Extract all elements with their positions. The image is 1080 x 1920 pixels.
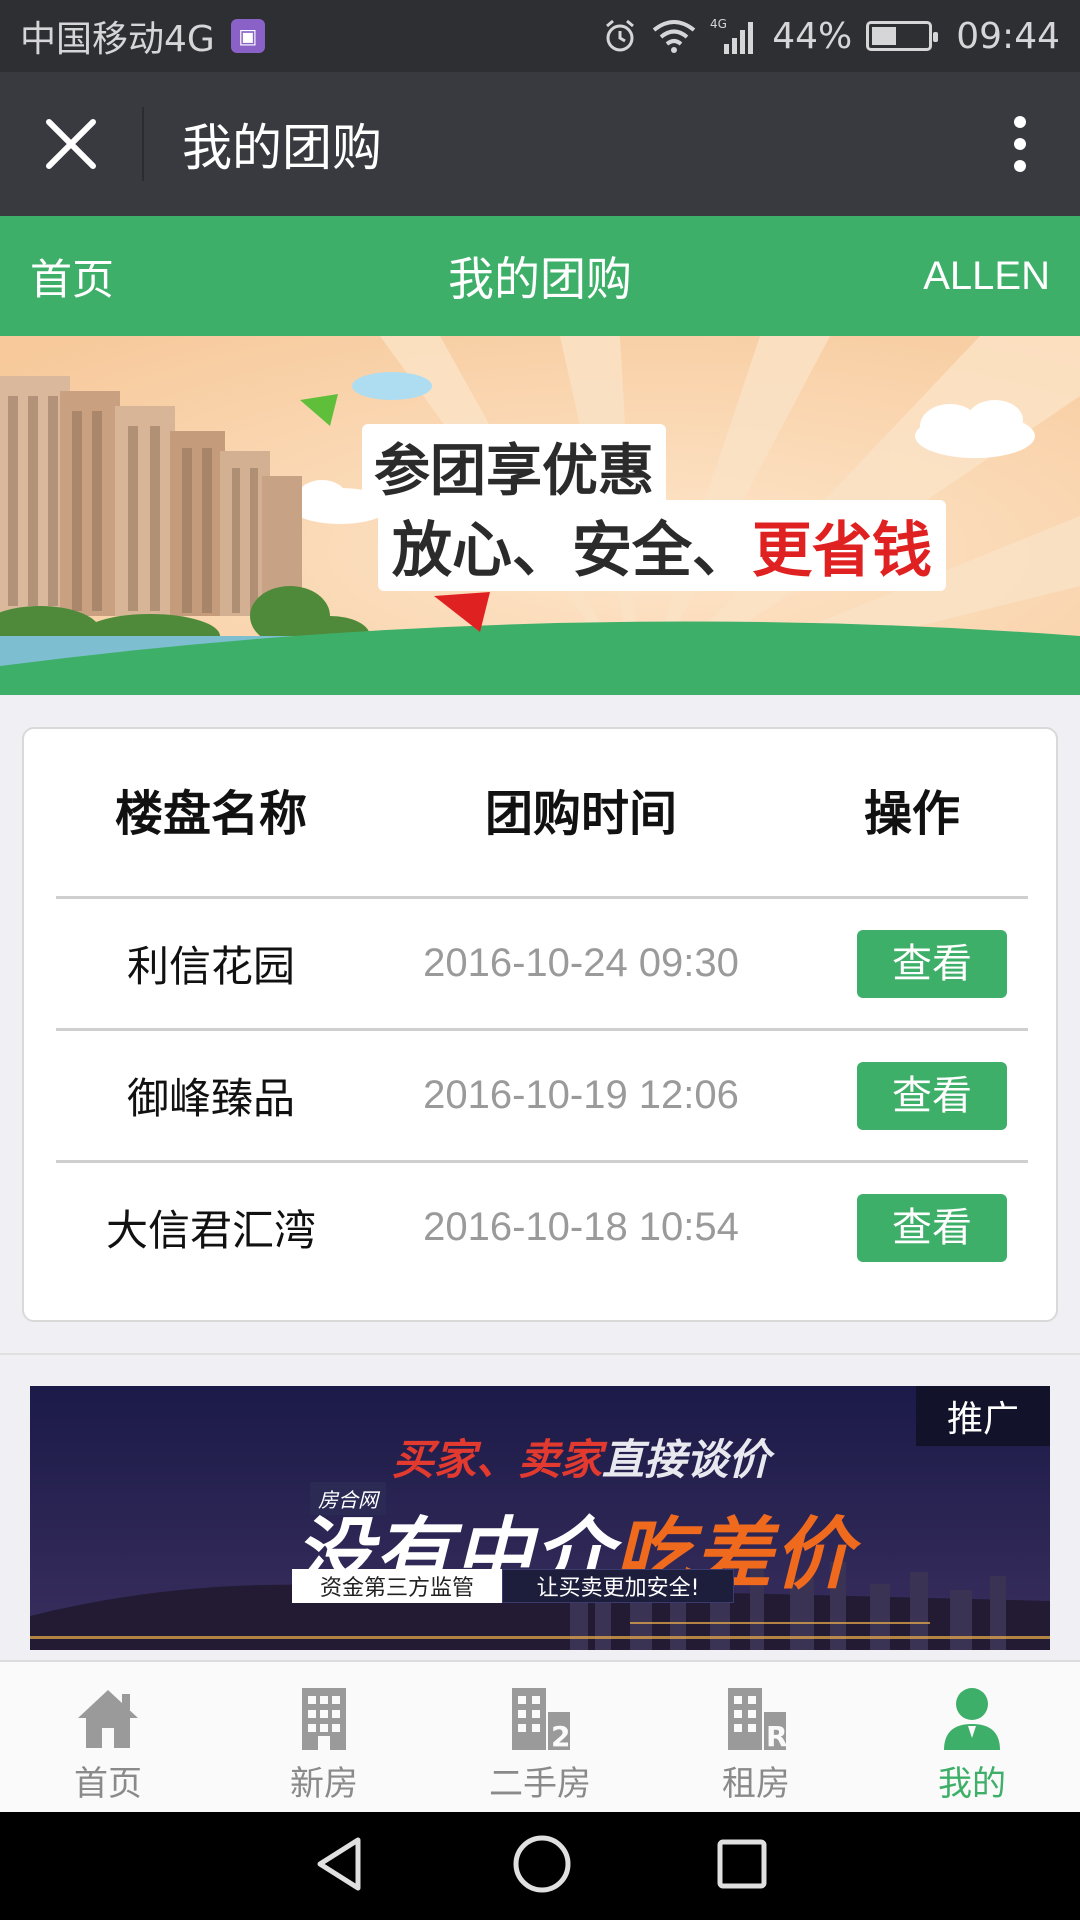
battery-level (872, 27, 897, 45)
table-row: 大信君汇湾 2016-10-18 10:54 查看 (56, 1160, 1028, 1292)
bottom-tab-bar: 首页 新房 2 二手房 R 租房 我的 (0, 1660, 1080, 1812)
svg-text:2: 2 (551, 1720, 570, 1753)
ad-pill-safety: 让买卖更加安全! (502, 1569, 734, 1603)
ad-headline-buyer: 买家 (392, 1435, 477, 1484)
close-icon (46, 119, 96, 169)
group-buy-time: 2016-10-24 09:30 (423, 941, 739, 985)
tab-second-hand[interactable]: 2 二手房 (432, 1662, 648, 1812)
table-row: 御峰臻品 2016-10-19 12:06 查看 (56, 1028, 1028, 1160)
recents-button[interactable] (714, 1836, 770, 1896)
ad-headline: 买家、卖家直接谈价 (392, 1426, 770, 1487)
network-type-label: 4G (710, 17, 727, 31)
table-body: 利信花园 2016-10-24 09:30 查看 御峰臻品 2016-10-19… (56, 896, 1028, 1292)
page-header: 首页 我的团购 ALLEN (0, 216, 1080, 336)
tab-label: 首页 (74, 1764, 142, 1804)
close-button[interactable] (0, 72, 142, 216)
group-buy-time: 2016-10-18 10:54 (423, 1205, 739, 1249)
ad-pill-escrow: 资金第三方监管 (292, 1569, 502, 1603)
tab-label: 二手房 (489, 1764, 591, 1804)
view-button[interactable]: 查看 (857, 1061, 1007, 1130)
group-buy-table: 楼盘名称 团购时间 操作 利信花园 2016-10-24 09:30 查看 御峰… (22, 727, 1058, 1322)
gallery-notification-icon: ▣ (230, 19, 265, 53)
tab-mine[interactable]: 我的 (864, 1662, 1080, 1812)
carrier-label: 中国移动4G (20, 19, 215, 60)
ad-banner[interactable]: 推广 买家、卖家直接谈价 房合网 没有中介吃差价 资金第三方监管 让买卖更加安全… (30, 1386, 1050, 1650)
tab-label: 我的 (938, 1764, 1006, 1804)
property-name: 利信花园 (126, 942, 295, 991)
back-button[interactable] (310, 1834, 370, 1898)
building-rent-icon: R (728, 1688, 788, 1753)
banner-slogan-highlight: 更省钱 (752, 516, 932, 586)
promo-banner[interactable]: 参团享优惠 放心、安全、更省钱 (0, 336, 1080, 695)
signal-icon: 4G (710, 16, 758, 56)
home-icon (78, 1690, 138, 1748)
building-icon (302, 1688, 346, 1750)
building-2-icon: 2 (512, 1688, 570, 1753)
tab-rent[interactable]: R 租房 (648, 1662, 864, 1812)
ad-headline-seller: 卖家 (518, 1435, 603, 1484)
tab-label: 新房 (290, 1764, 358, 1804)
ad-tag: 推广 (916, 1386, 1050, 1446)
group-buy-time: 2016-10-19 12:06 (423, 1073, 739, 1117)
more-options-button[interactable] (960, 72, 1080, 216)
banner-slogan-line1: 参团享优惠 (362, 424, 666, 509)
table-header: 楼盘名称 团购时间 操作 (56, 759, 1028, 859)
page-title: 我的团购 (448, 252, 632, 306)
battery-icon (866, 21, 939, 51)
wifi-icon (652, 18, 696, 54)
title-bar: 我的团购 (0, 72, 1080, 216)
clock: 09:44 (956, 15, 1060, 57)
column-header-action: 操作 (863, 786, 960, 842)
view-button[interactable]: 查看 (857, 1193, 1007, 1262)
banner-slogan-line2: 放心、安全、更省钱 (378, 500, 946, 591)
svg-text:R: R (766, 1720, 788, 1753)
more-vertical-icon (1014, 116, 1026, 172)
user-name[interactable]: ALLEN (923, 254, 1050, 299)
status-bar: 中国移动4G ▣ 4G 44% 09:44 (0, 0, 1080, 72)
property-name: 大信君汇湾 (105, 1206, 316, 1255)
user-icon (944, 1688, 1000, 1750)
window-title: 我的团购 (182, 119, 382, 177)
ad-headline-sep: 、 (476, 1435, 519, 1484)
title-divider (142, 107, 144, 181)
system-nav-bar (0, 1812, 1080, 1920)
home-system-button[interactable] (510, 1832, 574, 1900)
tab-new-house[interactable]: 新房 (216, 1662, 432, 1812)
recents-square-icon (717, 1839, 767, 1889)
back-triangle-icon (317, 1837, 361, 1891)
property-name: 御峰臻品 (126, 1074, 295, 1123)
view-button[interactable]: 查看 (857, 929, 1007, 998)
banner-slogan-line2-main: 放心、安全、 (392, 516, 752, 586)
table-row: 利信花园 2016-10-24 09:30 查看 (56, 896, 1028, 1028)
alarm-icon (602, 18, 638, 54)
battery-percent: 44% (772, 15, 853, 57)
section-divider (0, 1353, 1080, 1355)
home-link[interactable]: 首页 (30, 246, 114, 307)
home-circle-icon (513, 1835, 571, 1893)
column-header-time: 团购时间 (484, 786, 677, 842)
column-header-name: 楼盘名称 (114, 786, 307, 842)
ad-headline-rest: 直接谈价 (602, 1435, 771, 1484)
screen: 中国移动4G ▣ 4G 44% 09:44 我的团购 首页 我的团购 ALLEN… (0, 0, 1080, 1920)
tab-label: 租房 (722, 1764, 790, 1804)
tab-home[interactable]: 首页 (0, 1662, 216, 1812)
